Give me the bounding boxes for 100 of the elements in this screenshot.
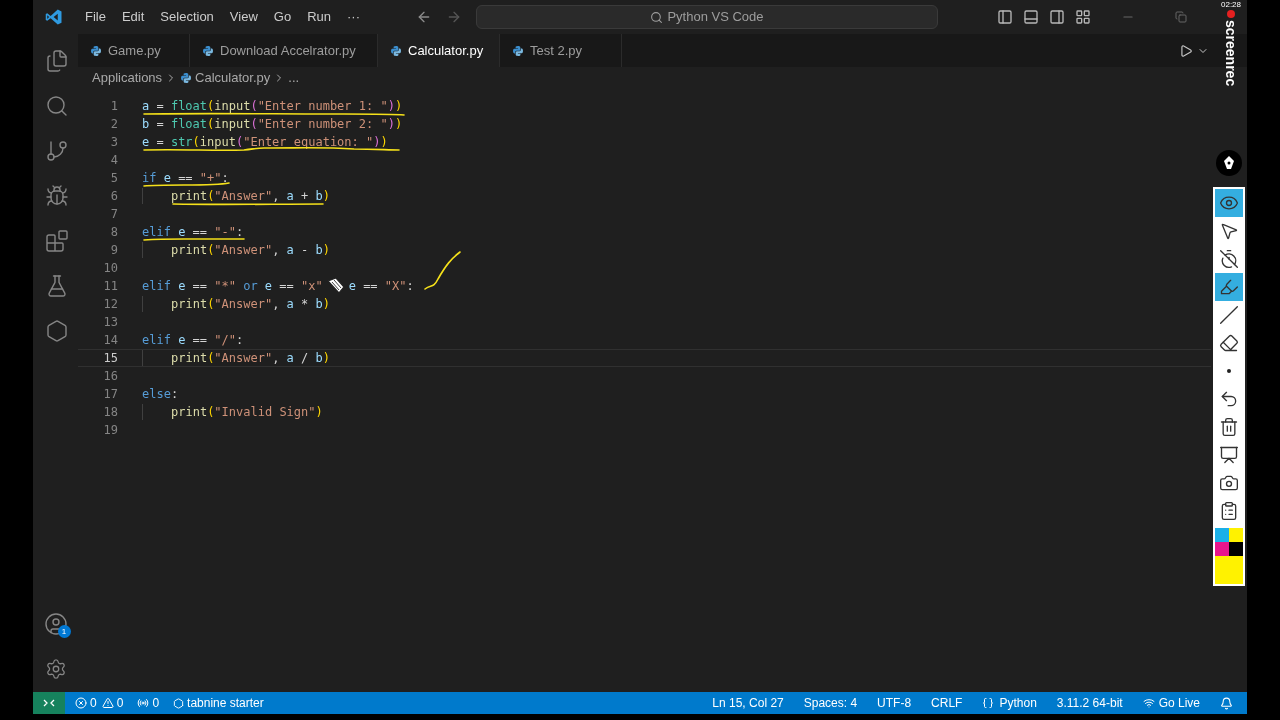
account-icon[interactable] (43, 612, 68, 636)
menu-item[interactable]: Go (265, 7, 300, 27)
menu-item[interactable]: Run (299, 7, 339, 27)
back-icon[interactable] (416, 9, 432, 25)
line-number: 14 (102, 332, 118, 349)
line-number: 7 (109, 206, 118, 223)
settings-icon[interactable] (44, 658, 67, 680)
status-item[interactable]: UTF-8 (877, 694, 912, 712)
code-token: ( (250, 116, 258, 133)
highlighter-tool-button[interactable] (1215, 273, 1243, 301)
code-token: e (263, 278, 273, 295)
code-token: ) (380, 134, 388, 151)
code-token: input (214, 98, 251, 115)
line-number: 1 (109, 98, 118, 115)
code-token: + (300, 188, 310, 205)
braces-icon (982, 697, 995, 709)
code-token: ( (250, 98, 258, 115)
menu-item[interactable]: View (221, 7, 266, 27)
whiteboard-icon (1219, 445, 1239, 465)
eraser-icon (1219, 333, 1239, 353)
status-item[interactable]: CRLF (931, 694, 963, 712)
code-token: "Enter number 1: " (257, 98, 388, 115)
status-item[interactable]: Ln 15, Col 27 (712, 694, 784, 712)
code-token: ) (322, 296, 330, 313)
line-number: 15 (102, 350, 118, 367)
go-live-status[interactable]: Go Live (1142, 694, 1200, 712)
code-token: "Enter number 2: " (257, 116, 388, 133)
code-token: b (315, 188, 323, 205)
search-label: Python VS Code (667, 8, 764, 27)
code-token: ( (207, 116, 215, 133)
menu-item[interactable]: File (77, 7, 114, 27)
command-center-search[interactable]: Python VS Code (476, 5, 938, 29)
code-token: ( (207, 98, 215, 115)
notifications-icon[interactable] (1220, 696, 1233, 710)
trash-icon (1219, 417, 1239, 437)
color-swatch[interactable] (1215, 542, 1229, 556)
line-number: 8 (109, 224, 118, 241)
code-token: ( (207, 188, 215, 205)
code-token: ) (387, 98, 395, 115)
code-token: a (286, 188, 294, 205)
code-token: ( (235, 134, 244, 151)
code-token: print (171, 350, 208, 367)
errors-status[interactable]: 0 (75, 694, 97, 712)
code-token: input (214, 116, 251, 133)
toggle-sidebar-icon[interactable] (997, 9, 1013, 25)
code-token: ( (207, 404, 215, 421)
tabnine-status[interactable]: tabnine starter (173, 694, 264, 712)
python-file-icon (512, 44, 524, 57)
code-token: , (272, 188, 281, 205)
code-token: == (177, 170, 194, 187)
color-swatch[interactable] (1229, 542, 1243, 556)
code-token: if (142, 170, 157, 187)
code-token: - (300, 242, 310, 259)
code-token: "/" (214, 332, 236, 349)
code-token: b (142, 116, 150, 133)
color-swatch[interactable] (1215, 528, 1229, 542)
status-item[interactable]: Spaces: 4 (803, 694, 858, 712)
code-token: "X" (384, 278, 407, 295)
menu-item[interactable]: Edit (113, 7, 153, 27)
menu-item[interactable]: Selection (152, 7, 222, 27)
tab-label: Game.py (108, 41, 161, 60)
code-token: else (142, 386, 171, 403)
code-token: : (235, 332, 244, 349)
code-token: ( (207, 296, 215, 313)
tab-label: Test 2.py (530, 41, 583, 60)
toggle-panel-icon[interactable] (1023, 9, 1039, 25)
customize-layout-icon[interactable] (1075, 9, 1091, 25)
remote-icon (43, 697, 55, 709)
line-number: 13 (102, 314, 118, 331)
breadcrumb-item[interactable]: Calculator.py (195, 68, 271, 88)
status-item[interactable]: 3.11.2 64-bit (1056, 694, 1123, 712)
code-token: = (155, 134, 165, 151)
warnings-status[interactable]: 0 (101, 694, 124, 712)
language-status[interactable]: Python (982, 694, 1037, 712)
code-token: a (286, 350, 294, 367)
toggle-secondary-sidebar-icon[interactable] (1049, 9, 1065, 25)
menu-item[interactable]: ··· (339, 7, 368, 27)
code-token: e (177, 224, 186, 241)
hexagon-icon (173, 697, 185, 709)
python-file-icon (390, 44, 402, 57)
camera-icon (1219, 473, 1239, 493)
eye-tool-button[interactable] (1215, 189, 1243, 217)
code-token: b (315, 242, 323, 259)
code-token: print (171, 404, 208, 421)
code-token: == (191, 332, 209, 349)
breadcrumb-item[interactable]: Applications (92, 68, 163, 88)
ports-status[interactable]: 0 (137, 694, 160, 712)
breadcrumb-item[interactable]: ... (288, 68, 300, 88)
code-token: str (170, 134, 193, 151)
code-token: b (315, 350, 323, 367)
code-token: "Enter equation: " (243, 134, 374, 151)
code-token: = (155, 98, 165, 115)
code-token: ) (322, 242, 330, 259)
editor-tab[interactable]: Calculator.py (378, 34, 500, 67)
color-swatch[interactable] (1229, 528, 1243, 542)
warning-icon (101, 697, 114, 709)
code-token: ) (387, 116, 395, 133)
code-token: e (142, 134, 150, 151)
code-token: "*" (214, 278, 236, 295)
code-token: == (278, 278, 295, 295)
